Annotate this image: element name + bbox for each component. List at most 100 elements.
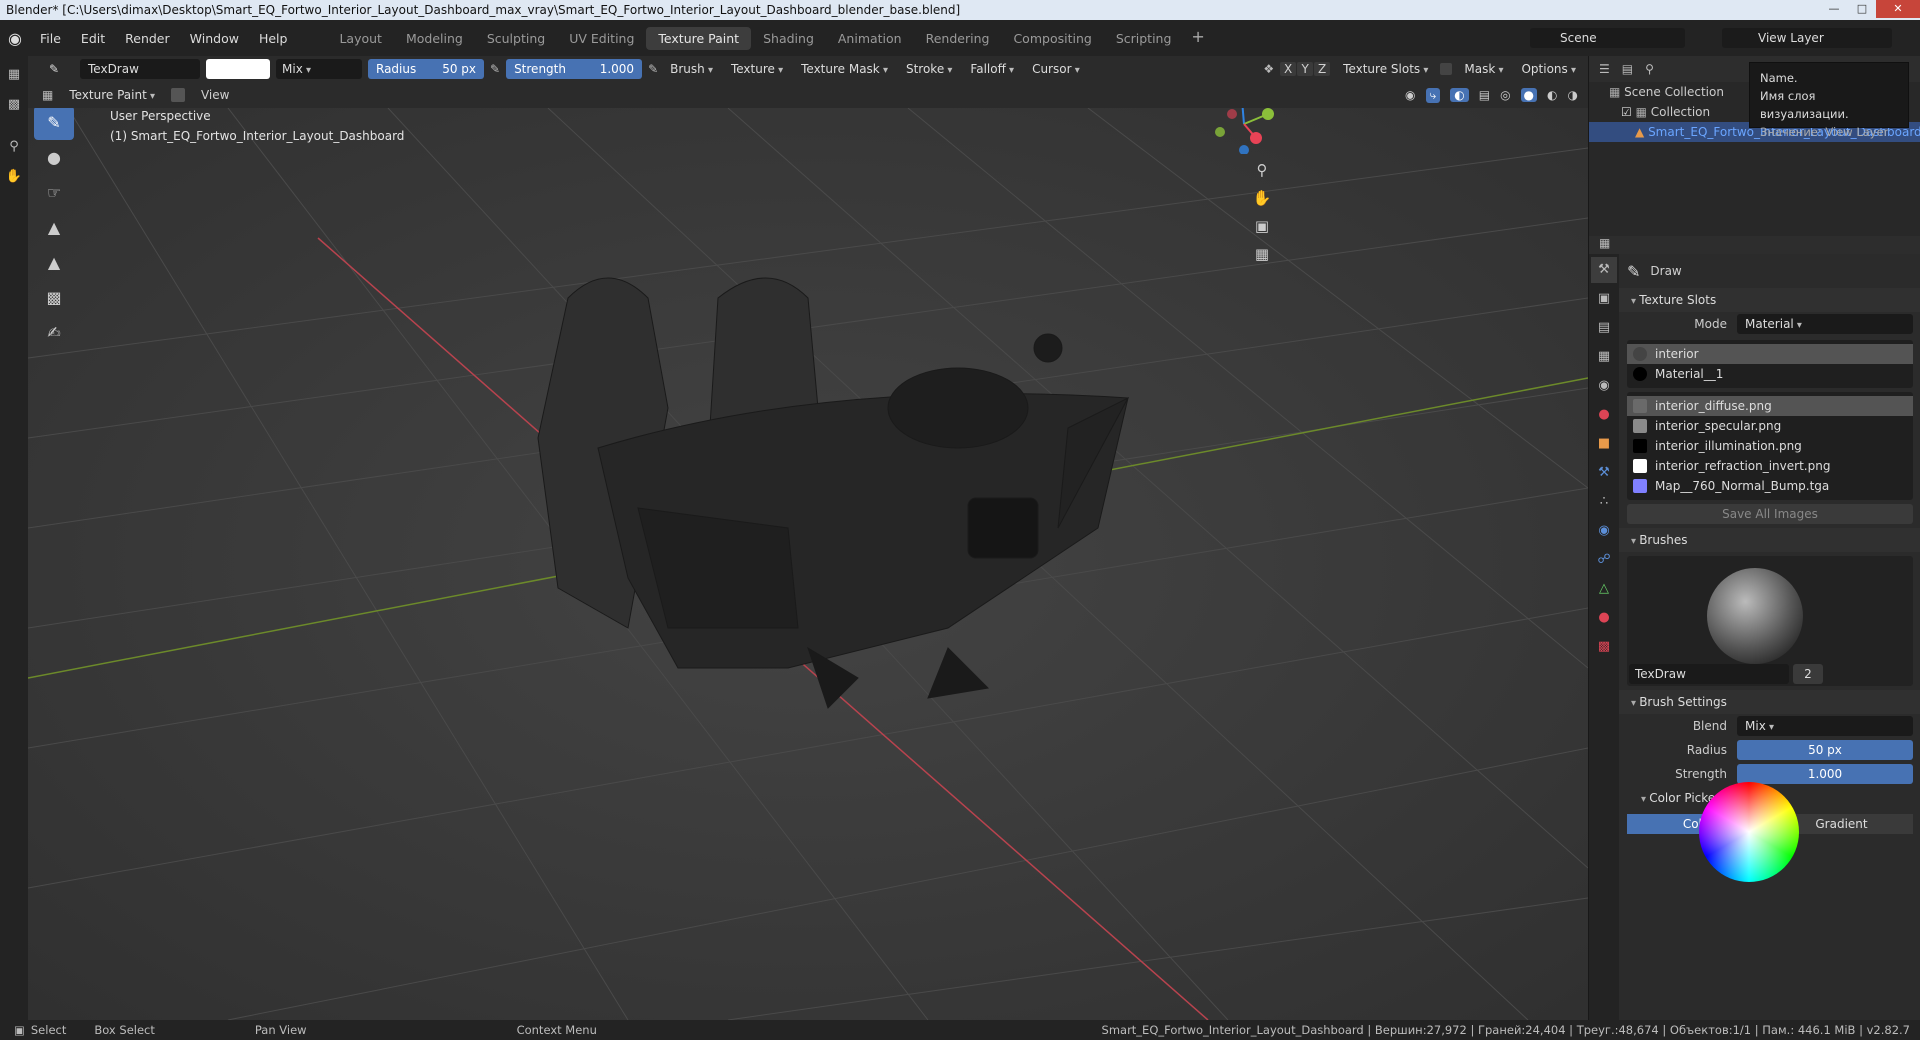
mask-checkbox[interactable] <box>1440 63 1453 75</box>
brush-name-field[interactable]: TexDraw <box>80 59 200 79</box>
strength-slider[interactable]: Strength 1.000 <box>506 59 643 79</box>
mode-dropdown-props[interactable]: Material <box>1737 314 1913 334</box>
symmetry-icon[interactable]: ❖ <box>1263 62 1274 76</box>
constraints-tab-icon[interactable]: ☍ <box>1591 547 1617 573</box>
collection-checkbox[interactable]: ☑ <box>1621 105 1632 119</box>
annotate-tool[interactable]: ✍ <box>34 316 74 350</box>
radius-slider[interactable]: Radius 50 px <box>368 59 484 79</box>
menu-window[interactable]: Window <box>180 31 249 46</box>
image-slot-item[interactable]: Map__760_Normal_Bump.tga <box>1627 476 1913 496</box>
tab-shading[interactable]: Shading <box>751 27 826 50</box>
ortho-grid-icon[interactable]: ▦ <box>1248 240 1276 268</box>
particles-tab-icon[interactable]: ∴ <box>1591 489 1617 515</box>
brush-name-field-props[interactable]: TexDraw <box>1629 664 1789 684</box>
strength-slider-props[interactable]: 1.000 <box>1737 764 1913 784</box>
pan-hand-icon[interactable]: ✋ <box>1248 184 1276 212</box>
material-item[interactable]: Material__1 <box>1627 364 1913 384</box>
soften-tool[interactable]: ● <box>34 141 74 175</box>
draw-tool[interactable]: ✎ <box>34 108 74 140</box>
3d-viewport[interactable]: ✎ ● ☞ ▲ ▲ ▩ ✍ User Perspective (1) Smart… <box>28 108 1588 1020</box>
blender-logo-icon[interactable]: ◉ <box>0 29 30 48</box>
scene-tab-icon[interactable]: ◉ <box>1591 373 1617 399</box>
cursor-dropdown[interactable]: Cursor <box>1026 62 1086 76</box>
tab-modeling[interactable]: Modeling <box>394 27 475 50</box>
object-tab-icon[interactable]: ■ <box>1591 431 1617 457</box>
wireframe-shading-icon[interactable]: ◎ <box>1500 88 1510 102</box>
mask-dropdown[interactable]: Mask <box>1458 62 1509 76</box>
image-slot-item[interactable]: interior_diffuse.png <box>1627 396 1913 416</box>
editor-type-icon-left[interactable]: ▦ <box>3 64 25 86</box>
axis-x-toggle[interactable]: X <box>1280 62 1297 76</box>
brush-preview[interactable]: TexDraw 2 <box>1627 556 1913 686</box>
image-slot-item[interactable]: interior_refraction_invert.png <box>1627 456 1913 476</box>
menu-help[interactable]: Help <box>249 31 298 46</box>
tool-tab-icon[interactable]: ⚒ <box>1591 257 1617 283</box>
modifier-tab-icon[interactable]: ⚒ <box>1591 460 1617 486</box>
stroke-dropdown[interactable]: Stroke <box>900 62 958 76</box>
texture-mask-dropdown[interactable]: Texture Mask <box>795 62 894 76</box>
texture-slots-header[interactable]: Texture Slots <box>1619 288 1920 312</box>
falloff-dropdown[interactable]: Falloff <box>964 62 1020 76</box>
texture-dropdown[interactable]: Texture <box>725 62 789 76</box>
menu-render[interactable]: Render <box>115 31 180 46</box>
rendered-shading-icon[interactable]: ◑ <box>1568 88 1578 102</box>
solid-shading-icon[interactable]: ● <box>1520 88 1538 102</box>
mode-dropdown[interactable]: Texture Paint <box>63 88 161 102</box>
tab-layout[interactable]: Layout <box>327 27 394 50</box>
texture-tab-icon[interactable]: ▩ <box>1591 634 1617 660</box>
render-tab-icon[interactable]: ▣ <box>1591 286 1617 312</box>
material-item[interactable]: interior <box>1627 344 1913 364</box>
close-button[interactable]: ✕ <box>1876 0 1920 18</box>
strength-pressure-icon[interactable]: ✎ <box>648 62 658 76</box>
view-menu[interactable]: View <box>201 88 229 102</box>
mask-tool[interactable]: ▩ <box>34 281 74 315</box>
minimize-button[interactable]: — <box>1820 0 1848 18</box>
tab-sculpting[interactable]: Sculpting <box>475 27 557 50</box>
menu-edit[interactable]: Edit <box>71 31 115 46</box>
camera-icon[interactable]: ▣ <box>1248 212 1276 240</box>
scene-selector[interactable]: Scene <box>1530 28 1685 48</box>
options-dropdown[interactable]: Options <box>1515 62 1582 76</box>
search-icon[interactable]: ⚲ <box>3 136 25 158</box>
color-wheel[interactable] <box>1699 782 1799 882</box>
paint-mask-toggle[interactable] <box>170 88 185 102</box>
outliner-editor-icon[interactable]: ☰ <box>1599 62 1610 76</box>
texture-slots-dropdown[interactable]: Texture Slots <box>1337 62 1434 76</box>
save-all-images-button[interactable]: Save All Images <box>1627 504 1913 524</box>
navigation-gizmo[interactable] <box>1214 108 1274 155</box>
hand-icon[interactable]: ✋ <box>3 166 25 188</box>
visibility-icon[interactable]: ◉ <box>1405 88 1415 102</box>
fill-tool[interactable]: ▲ <box>34 246 74 280</box>
radius-pressure-icon[interactable]: ✎ <box>490 62 500 76</box>
display-mode-icon[interactable]: ▤ <box>1622 62 1633 76</box>
properties-editor-icon[interactable]: ▦ <box>1589 236 1610 250</box>
data-tab-icon[interactable]: △ <box>1591 576 1617 602</box>
grid-icon[interactable]: ▩ <box>3 94 25 116</box>
tab-animation[interactable]: Animation <box>826 27 914 50</box>
color-swatch[interactable] <box>206 59 270 79</box>
blend-mode-dropdown[interactable]: Mix <box>276 59 362 79</box>
world-tab-icon[interactable]: ● <box>1591 402 1617 428</box>
gizmo-toggle-icon[interactable]: ⤷ <box>1425 87 1441 103</box>
image-slot-item[interactable]: interior_illumination.png <box>1627 436 1913 456</box>
outliner-search-icon[interactable]: ⚲ <box>1645 62 1654 76</box>
brush-dropdown[interactable]: Brush <box>664 62 719 76</box>
brush-users-count[interactable]: 2 <box>1793 664 1823 684</box>
tab-compositing[interactable]: Compositing <box>1001 27 1103 50</box>
material-tab-icon[interactable]: ● <box>1591 605 1617 631</box>
zoom-icon[interactable]: ⚲ <box>1248 156 1276 184</box>
image-slot-item[interactable]: interior_specular.png <box>1627 416 1913 436</box>
axis-y-toggle[interactable]: Y <box>1297 62 1314 76</box>
tab-uv-editing[interactable]: UV Editing <box>557 27 646 50</box>
brush-icon[interactable]: ✎ <box>34 62 74 76</box>
maximize-button[interactable]: □ <box>1848 0 1876 18</box>
tab-rendering[interactable]: Rendering <box>914 27 1002 50</box>
output-tab-icon[interactable]: ▤ <box>1591 315 1617 341</box>
smear-tool[interactable]: ☞ <box>34 176 74 210</box>
view-layer-tab-icon[interactable]: ▦ <box>1591 344 1617 370</box>
radius-slider-props[interactable]: 50 px <box>1737 740 1913 760</box>
view-layer-selector[interactable]: View Layer <box>1722 28 1892 48</box>
overlays-toggle-icon[interactable]: ◐ <box>1450 88 1469 102</box>
xray-toggle-icon[interactable]: ▤ <box>1479 88 1490 102</box>
axis-z-toggle[interactable]: Z <box>1314 62 1331 76</box>
